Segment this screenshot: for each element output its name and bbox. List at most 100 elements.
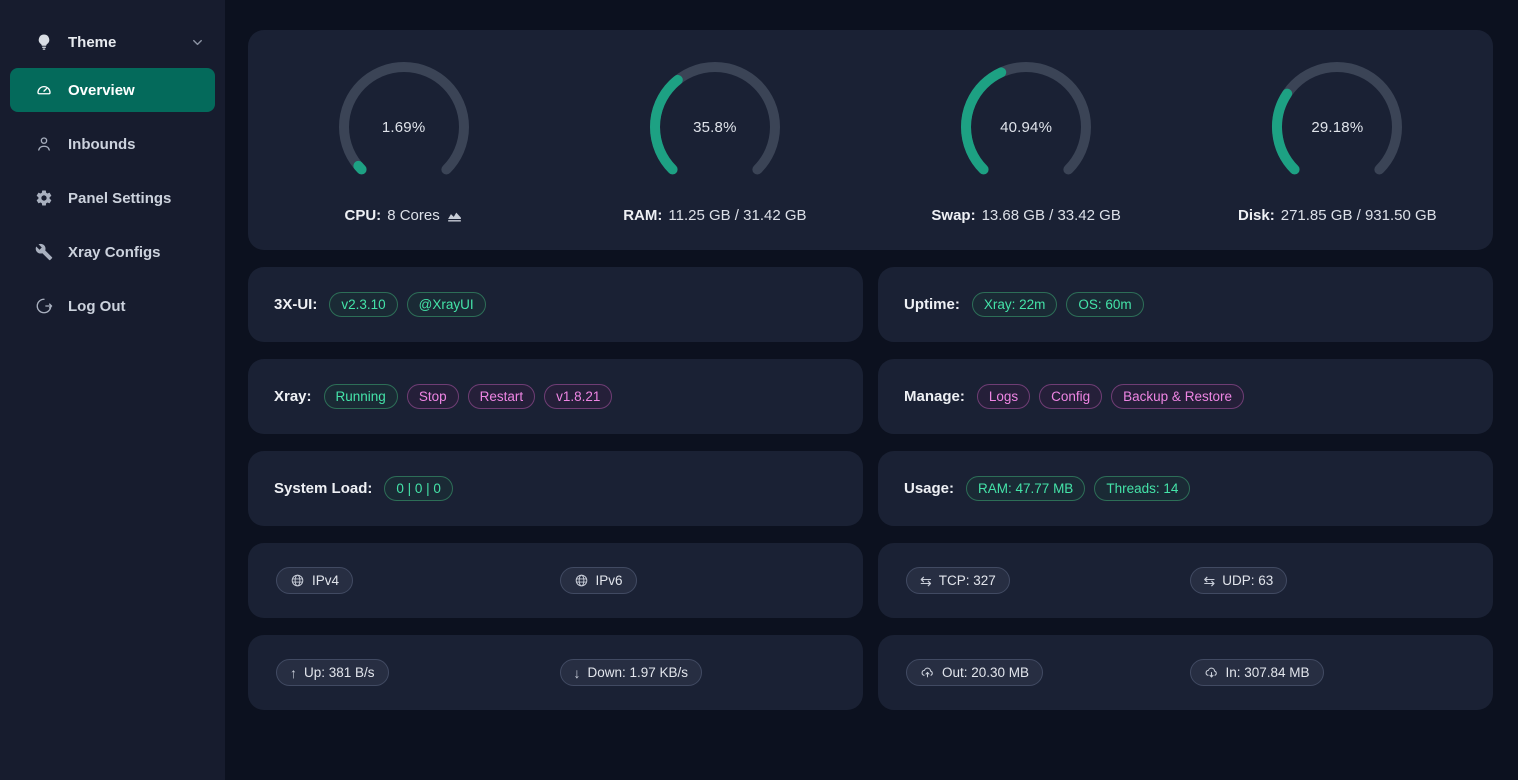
bulb-icon: [35, 33, 53, 51]
cloud-upload-icon: [920, 665, 935, 680]
sidebar-item-inbounds[interactable]: Inbounds: [10, 122, 215, 166]
xray-card: Xray: Running Stop Restart v1.8.21: [248, 359, 863, 434]
manage-logs-button[interactable]: Logs: [977, 384, 1030, 409]
cpu-gauge-arc: 1.69%: [337, 60, 471, 194]
xui-telegram-tag[interactable]: @XrayUI: [407, 292, 486, 317]
disk-gauge-arc: 29.18%: [1270, 60, 1404, 194]
traffic-in: In: 307.84 MB: [1226, 665, 1310, 680]
download-speed: Down: 1.97 KB/s: [588, 665, 689, 680]
ipv4-label: IPv4: [312, 573, 339, 588]
xray-version-tag[interactable]: v1.8.21: [544, 384, 612, 409]
usage-ram-tag: RAM: 47.77 MB: [966, 476, 1085, 501]
xray-restart-button[interactable]: Restart: [468, 384, 536, 409]
swap-gauge-arc: 40.94%: [959, 60, 1093, 194]
gear-icon: [35, 189, 53, 207]
cpu-percent: 1.69%: [337, 60, 471, 194]
globe-icon: [290, 573, 305, 588]
ipv4-pill: IPv4: [276, 567, 353, 594]
manage-label: Manage:: [904, 388, 965, 405]
dashboard-icon: [35, 81, 53, 99]
sidebar: Theme Overview Inbounds Panel Settings: [0, 0, 225, 780]
udp-count: UDP: 63: [1222, 573, 1273, 588]
swap-percent: 40.94%: [959, 60, 1093, 194]
sidebar-item-label: Panel Settings: [68, 190, 171, 207]
traffic-total-card: Out: 20.30 MB In: 307.84 MB: [878, 635, 1493, 710]
ram-label: RAM: 11.25 GB / 31.42 GB: [623, 207, 806, 224]
swap-arrows-icon: ⇆: [920, 574, 932, 588]
sidebar-item-xray-configs[interactable]: Xray Configs: [10, 230, 215, 274]
swap-label: Swap: 13.68 GB / 33.42 GB: [931, 207, 1120, 224]
usage-label: Usage:: [904, 480, 954, 497]
disk-label-title: Disk:: [1238, 207, 1275, 224]
ram-gauge-arc: 35.8%: [648, 60, 782, 194]
system-gauges-card: 1.69% CPU: 8 Cores 35.8% RAM: 11.25 GB: [248, 30, 1493, 250]
tcp-count: TCP: 327: [939, 573, 996, 588]
system-load-value-tag: 0 | 0 | 0: [384, 476, 453, 501]
gauge-disk: 29.18% Disk: 271.85 GB / 931.50 GB: [1238, 60, 1437, 224]
globe-icon: [574, 573, 589, 588]
usage-card: Usage: RAM: 47.77 MB Threads: 14: [878, 451, 1493, 526]
disk-label-detail: 271.85 GB / 931.50 GB: [1281, 207, 1437, 224]
user-icon: [35, 135, 53, 153]
uptime-card: Uptime: Xray: 22m OS: 60m: [878, 267, 1493, 342]
xray-stop-button[interactable]: Stop: [407, 384, 459, 409]
uptime-label: Uptime:: [904, 296, 960, 313]
ipv6-label: IPv6: [596, 573, 623, 588]
xui-version-tag[interactable]: v2.3.10: [329, 292, 397, 317]
upload-speed: Up: 381 B/s: [304, 665, 375, 680]
info-cards-grid: 3X-UI: v2.3.10 @XrayUI Uptime: Xray: 22m…: [248, 267, 1493, 710]
disk-label: Disk: 271.85 GB / 931.50 GB: [1238, 207, 1437, 224]
arrow-down-icon: ↓: [574, 666, 581, 680]
sidebar-item-log-out[interactable]: Log Out: [10, 284, 215, 328]
manage-backup-restore-button[interactable]: Backup & Restore: [1111, 384, 1244, 409]
usage-threads-tag: Threads: 14: [1094, 476, 1190, 501]
uptime-os-tag: OS: 60m: [1066, 292, 1143, 317]
swap-label-title: Swap:: [931, 207, 975, 224]
tcp-pill: ⇆ TCP: 327: [906, 567, 1010, 594]
ram-percent: 35.8%: [648, 60, 782, 194]
theme-toggle[interactable]: Theme: [0, 0, 225, 60]
xui-label: 3X-UI:: [274, 296, 317, 313]
sidebar-item-label: Overview: [68, 82, 135, 99]
sidebar-item-panel-settings[interactable]: Panel Settings: [10, 176, 215, 220]
sidebar-item-label: Log Out: [68, 298, 125, 315]
ip-card: IPv4 IPv6: [248, 543, 863, 618]
cpu-label: CPU: 8 Cores: [345, 207, 463, 224]
sidebar-item-label: Xray Configs: [68, 244, 161, 261]
gauge-ram: 35.8% RAM: 11.25 GB / 31.42 GB: [623, 60, 806, 224]
ram-label-detail: 11.25 GB / 31.42 GB: [668, 207, 806, 224]
manage-card: Manage: Logs Config Backup & Restore: [878, 359, 1493, 434]
traffic-out-pill: Out: 20.30 MB: [906, 659, 1043, 686]
system-load-card: System Load: 0 | 0 | 0: [248, 451, 863, 526]
cpu-label-title: CPU:: [345, 207, 382, 224]
download-speed-pill: ↓ Down: 1.97 KB/s: [560, 659, 703, 686]
upload-speed-pill: ↑ Up: 381 B/s: [276, 659, 389, 686]
wrench-icon: [35, 243, 53, 261]
traffic-in-pill: In: 307.84 MB: [1190, 659, 1324, 686]
swap-arrows-icon: ⇆: [1204, 574, 1216, 588]
traffic-out: Out: 20.30 MB: [942, 665, 1029, 680]
speed-card: ↑ Up: 381 B/s ↓ Down: 1.97 KB/s: [248, 635, 863, 710]
chevron-down-icon: [190, 35, 205, 50]
connections-card: ⇆ TCP: 327 ⇆ UDP: 63: [878, 543, 1493, 618]
uptime-xray-tag: Xray: 22m: [972, 292, 1058, 317]
system-load-label: System Load:: [274, 480, 372, 497]
ram-label-title: RAM:: [623, 207, 662, 224]
cpu-history-chart-icon[interactable]: [446, 207, 463, 224]
arrow-up-icon: ↑: [290, 666, 297, 680]
swap-label-detail: 13.68 GB / 33.42 GB: [982, 207, 1121, 224]
theme-label: Theme: [68, 34, 116, 51]
manage-config-button[interactable]: Config: [1039, 384, 1102, 409]
cloud-download-icon: [1204, 665, 1219, 680]
main-content: 1.69% CPU: 8 Cores 35.8% RAM: 11.25 GB: [225, 0, 1518, 710]
udp-pill: ⇆ UDP: 63: [1190, 567, 1288, 594]
sidebar-item-label: Inbounds: [68, 136, 136, 153]
ipv6-pill: IPv6: [560, 567, 637, 594]
disk-percent: 29.18%: [1270, 60, 1404, 194]
sidebar-item-overview[interactable]: Overview: [10, 68, 215, 112]
logout-icon: [35, 297, 53, 315]
cpu-label-detail: 8 Cores: [387, 207, 440, 224]
gauge-swap: 40.94% Swap: 13.68 GB / 33.42 GB: [931, 60, 1120, 224]
xui-card: 3X-UI: v2.3.10 @XrayUI: [248, 267, 863, 342]
xray-status-tag: Running: [324, 384, 398, 409]
